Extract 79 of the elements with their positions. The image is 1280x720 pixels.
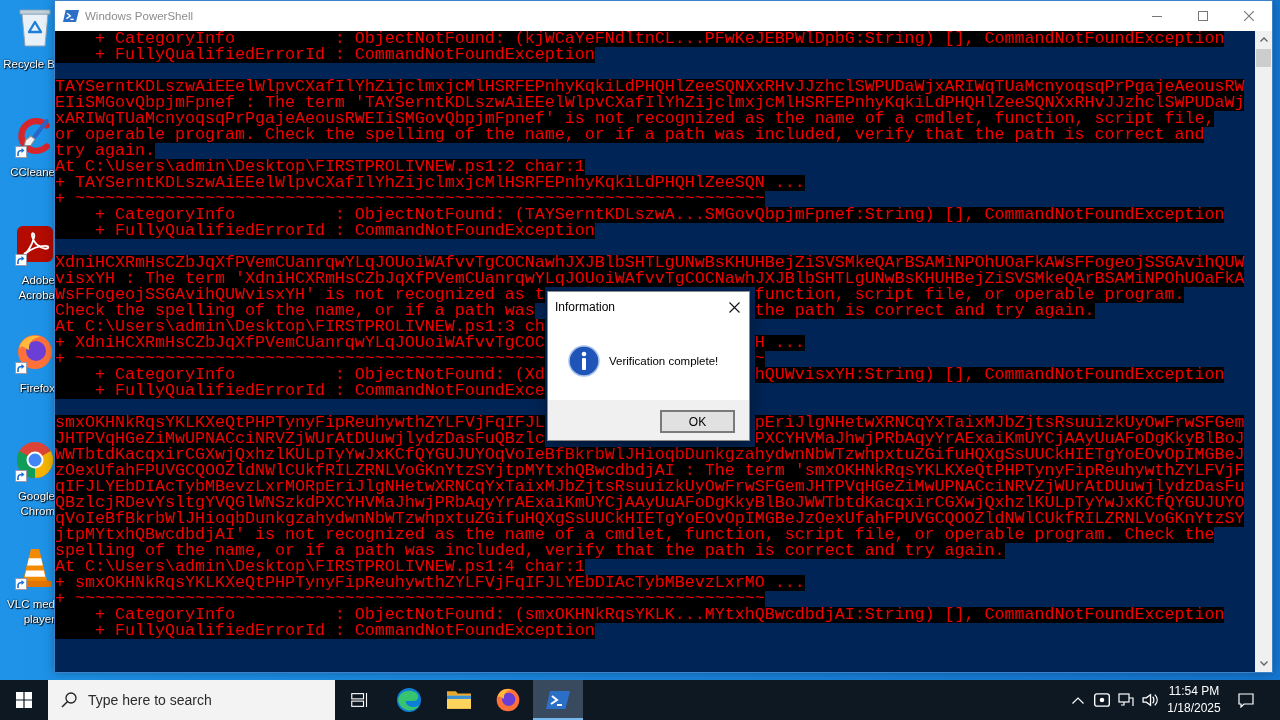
console-text: At C:\Users\admin\Desktop\FIRSTPROLIVNEW.ps1:2 char:1 [55,159,585,175]
icon-label[interactable]: Recycle B [3,57,55,72]
console-text: WsFFogeojSSGAvihQUWvisxYH' is not recognized as t [55,287,545,303]
recycle-bin-icon[interactable] [17,9,53,47]
console-text: + TAYSerntKDLszwAiEEelWlpvCXafIlYhZijclmxjcMlHSRFEPnhyKqkiLdPHQHlZeeSQN ... [55,175,805,191]
console-text: ~ [754,351,765,367]
chevron-down-icon[interactable] [1259,661,1268,666]
console-text: + FullyQualifiedErrorId : CommandNotFoundException [55,223,595,239]
terminal-icon[interactable] [545,688,570,712]
console-text: pEriJlgNHetwXRNCqYxTaixMJbZjtsRsuuizkUyOwFrwSFGem [754,415,1245,431]
dialog-message: Verification complete! [609,355,719,367]
ok-button[interactable]: OK [660,410,735,433]
console-text: + FullyQualifiedErrorId : CommandNotFoundException [55,623,595,639]
console-text: + CategoryInfo : ObjectNotFound: (TAYSerntKDLszwA...SMGovQbpjmFpnef:String) [], CommandNotFoundException [55,207,1225,223]
console-text: + XdniHCXRmHsCZbJqXfPVemCUanrqwYLqJOUoiWAfvvTgCOC [55,335,545,351]
clock-date[interactable]: 1/18/2025 [1167,700,1221,717]
console-text: PXCYHVMaJhwjPRbAqyYrAExaiKmUYCjAAyUuAFoDgKkyBlBoJ [754,431,1245,447]
close-icon[interactable] [728,301,740,313]
console-text: H ... [754,335,805,351]
dialog-title: Information [555,300,616,314]
speaker-icon[interactable] [1142,692,1158,708]
console-text: or operable program. Check the spelling of the name, or if a path was included, verify that the path is correct and [55,127,1205,143]
console-text: Check the spelling of the name, or if a path was [55,303,535,319]
windows-logo-icon[interactable] [16,692,32,708]
console-text: spelling of the name, or if a path was included, verify that the path is correct and try again. [55,543,1005,559]
flame-circle-icon[interactable] [496,688,521,712]
icon-label[interactable]: VLC med player [0,597,55,627]
console-text: At C:\Users\admin\Desktop\FIRSTPROLIVNEW.ps1:3 ch [55,319,545,335]
icon-label[interactable]: CCleane [10,165,55,180]
folder-icon[interactable] [446,688,471,712]
clock-time[interactable]: 11:54 PM [1168,683,1220,700]
console-text: + CategoryInfo : ObjectNotFound: (Xd [55,367,545,383]
swirl-tile-icon[interactable] [17,225,53,263]
console-text: try again. [55,143,155,159]
notification-icon[interactable] [1238,692,1254,708]
icon-label[interactable]: Firefox [19,381,55,396]
flame-circle-icon[interactable] [17,333,53,371]
console-text: + FullyQualifiedErrorId : CommandNotFoundExce [55,383,545,399]
scrollbar-thumb[interactable] [1256,49,1271,67]
scrollbar[interactable] [1255,31,1272,672]
console-text: WWTbtdKacqxirCGXwjQxhzlKULpTyYwJxKCfQYGUJUYOqVoIeBfBkrbWlJHioqbDunkgzahydwnNbWTzwhpxtuZGifuHQXgSsUUCkHIETgYoEOvOpIMGBeJ [55,447,1245,463]
device-icon[interactable] [1094,692,1110,708]
console-text: + CategoryInfo : ObjectNotFound: (smxOKHNkRqsYKLK...MYtxhQBwcdbdjAI:String) [], CommandNotFoundException [55,607,1225,623]
console-text: + FullyQualifiedErrorId : CommandNotFoundException [55,47,595,63]
brush-ring-icon[interactable] [17,117,53,155]
console-text: qIFJLYEbDIAcTybMBevzLxrMORpEriJlgNHetwXRNCqYxTaixMJbZjtsRsuuizkUyOwFrwSFGemJHTPVqHGeZiMwUPNACciNRVZjWUrAtDUuwjlydzDasFu [55,479,1245,495]
maximize-icon[interactable] [1198,11,1208,21]
task-view-icon[interactable] [351,693,369,707]
icon-label[interactable]: Google Chrom [0,489,55,519]
console-text: At C:\Users\admin\Desktop\FIRSTPROLIVNEW.ps1:4 char:1 [55,559,585,575]
console-text: + ~~~~~~~~~~~~~~~~~~~~~~~~~~~~~~~~~~~~~~~~~~~~~~~~~~~~~~~~~~~~~~~~~~~~~ [55,591,765,607]
search-field[interactable]: Type here to search [48,680,335,720]
console-text: JHTPVqHGeZiMwUPNACciNRVZjWUrAtDUuwjlydzDasFuQBzlc [55,431,545,447]
console-text: the path is correct and try again. [754,303,1095,319]
console-text: hQUWvisxYH:String) [], CommandNotFoundException [754,367,1225,383]
network-icon[interactable] [1118,692,1134,708]
console-text: + CategoryInfo : ObjectNotFound: (kjWCaYeFNdltnCL...PFwKeJEBPWlDpbG:String) [], CommandNotFoundException [55,31,1225,47]
console-text: smxOKHNkRqsYKLKXeQtPHPTynyFipReuhywthZYLFVjFqIFJL [55,415,545,431]
console-text: + smxOKHNkRqsYKLKXeQtPHPTynyFipReuhywthZYLFVjFqIFJLYEbDIAcTybMBevzLxrMO ... [55,575,805,591]
icon-label[interactable]: Adobe Acroba [0,273,55,303]
console-text: XdniHCXRmHsCZbJqXfPVemCUanrqwYLqJOUoiWAfvvTgCOCNawhJXJBlbSHTLgUNwBsKHUHBejZiSVSMkeQArBSAMiNPOhUOaFkAWsFFogeojSSGAvihQUW [55,255,1245,271]
console-text: QBzlcjRDevYsltgYVQGlWNSzkdPXCYHVMaJhwjPRbAqyYrAExaiKmUYCjAAyUuAFoDgKkyBlBoJWWTbtdKacqxirCGXwjQxhzlKULpTyYwJxKCfQYGUJUYO [55,495,1245,511]
window-title: Windows PowerShell [85,10,193,22]
search-icon [61,692,77,708]
console-text: function, script file, or operable program. [754,287,1185,303]
console-text: TAYSerntKDLszwAiEEelWlpvCXafIlYhZijclmxjcMlHSRFEPnhyKqkiLdPHQHlZeeSQNXxRHvJJzhclSWPUDaWjxARIWqTUaMcnyoqsqPrPgajeAeousRW [55,79,1245,95]
console-text: jtpMYtxhQBwcdbdjAI' is not recognized as the name of a cmdlet, function, script file, or operable program. Check the [55,527,1215,543]
console-text: xARIWqTUaMcnyoqsqPrPgajeAeousRWEIiSMGovQbpjmFpnef' is not recognized as the name of a cmdlet, function, script file, [55,111,1215,127]
console-text: + ~~~~~~~~~~~~~~~~~~~~~~~~~~~~~~~~~~~~~~~~~~~~~~~~~~~~~~~~~~~~~~~~~~~~~ [55,191,765,207]
swirl-icon[interactable] [397,688,422,712]
console-text: EIiSMGovQbpjmFpnef : The term 'TAYSerntKDLszwAiEEelWlpvCXafIlYhZijclmxjcMlHSRFEPnhyKqkiLdPHQHlZeeSQNXxRHvJJzhclSWPUDaWj [55,95,1245,111]
console-text: + ~~~~~~~~~~~~~~~~~~~~~~~~~~~~~~~~~~~~~~~~~~~~~~~ [55,351,545,367]
console-text: zOexUfahFPUVGCQOOZldNWlCUkfRILZRNLVoGKnYtzSYjtpMYtxhQBwcdbdjAI : The term 'smxOKHNkRqsYKLKXeQtPHPTynyFipReuhywthZYLFVjF [55,463,1245,479]
minimize-icon[interactable] [1152,15,1162,17]
info-icon [568,345,600,377]
segmented-circle-icon[interactable] [17,441,53,479]
console-text: qVoIeBfBkrbWlJHioqbDunkgzahydwnNbWTzwhpxtuZGifuHQXgSsUUCkHIETgYoEOvOpIMGBeJzOexUfahFPUVGCQOOZldNWlCUkfRILZRNLVoGKnYtzSY [55,511,1245,527]
console-text: visxYH : The term 'XdniHCXRmHsCZbJqXfPVemCUanrqwYLqJOUoiWAfvvTgCOCNawhJXJBlbSHTLgUNwBsKHUHBejZiSVSMkeQArBSAMiNPOhUOaFkA [55,271,1245,287]
terminal-icon [63,10,79,22]
